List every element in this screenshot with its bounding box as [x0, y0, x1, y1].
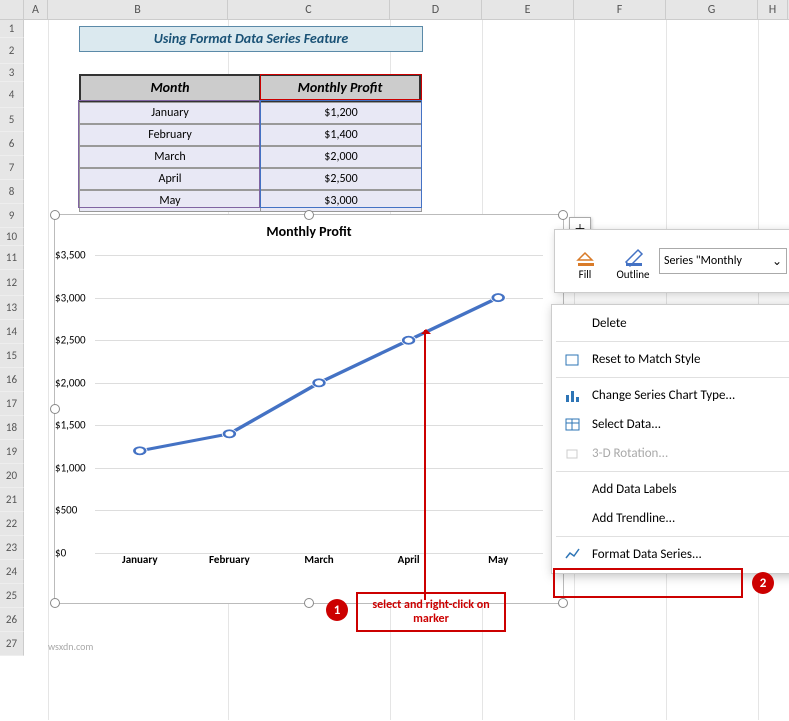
page-title: Using Format Data Series Feature — [79, 26, 423, 52]
reset-icon — [564, 351, 582, 369]
row-header[interactable]: 4 — [0, 82, 24, 108]
row-header[interactable]: 25 — [0, 584, 24, 608]
chevron-down-icon: ⌄ — [772, 254, 782, 269]
row-header[interactable]: 12 — [0, 270, 24, 296]
plot-area[interactable]: $3,500 $3,000 $2,500 $2,000 $1,500 $1,00… — [95, 255, 543, 553]
row-header[interactable]: 7 — [0, 156, 24, 180]
chart-object[interactable]: Monthly Profit $3,500 $3,000 $2,500 $2,0… — [54, 214, 564, 604]
select-data-icon — [564, 416, 582, 434]
menu-add-trendline[interactable]: Add Trendline... — [552, 504, 789, 533]
mini-toolbar: Fill Outline Series "Monthly ⌄ — [554, 229, 789, 293]
col-header-G[interactable]: G — [666, 0, 758, 19]
row-header[interactable]: 24 — [0, 560, 24, 584]
outline-label: Outline — [616, 268, 649, 281]
row-header[interactable]: 18 — [0, 416, 24, 440]
x-tick: March — [304, 553, 333, 566]
table-cell[interactable]: April — [79, 168, 261, 190]
row-header[interactable]: 11 — [0, 246, 24, 270]
col-header-C[interactable]: C — [228, 0, 390, 19]
menu-reset-match-style[interactable]: Reset to Match Style — [552, 345, 789, 374]
watermark: wsxdn.com — [48, 640, 93, 653]
menu-add-data-labels[interactable]: Add Data Labels › — [552, 475, 789, 504]
menu-change-chart-type[interactable]: Change Series Chart Type... — [552, 381, 789, 410]
row-header[interactable]: 9 — [0, 204, 24, 228]
row-header[interactable]: 17 — [0, 392, 24, 416]
context-menu: Delete Reset to Match Style Change Serie… — [551, 304, 789, 574]
column-header-row: A B C D E F G H — [0, 0, 789, 20]
table-cell[interactable]: $1,400 — [260, 124, 422, 146]
table-header-profit: Monthly Profit — [259, 74, 421, 102]
col-header-A[interactable]: A — [24, 0, 48, 19]
format-series-icon — [564, 546, 582, 564]
row-header[interactable]: 3 — [0, 64, 24, 82]
x-tick: April — [398, 553, 420, 566]
select-all-corner[interactable] — [0, 0, 24, 19]
table-cell[interactable]: $3,000 — [260, 190, 422, 212]
chart-type-icon — [564, 387, 582, 405]
row-header-col: 1 2 3 4 5 6 7 8 9 10 11 12 13 14 15 16 1… — [0, 20, 24, 720]
menu-delete[interactable]: Delete — [552, 309, 789, 338]
col-header-D[interactable]: D — [390, 0, 482, 19]
callout-arrow — [424, 330, 426, 600]
chart-title[interactable]: Monthly Profit — [55, 223, 563, 240]
cube-icon — [564, 445, 582, 463]
grid-area[interactable]: Using Format Data Series Feature Month M… — [24, 20, 789, 720]
fill-label: Fill — [579, 268, 592, 281]
table-cell[interactable]: $2,500 — [260, 168, 422, 190]
col-header-B[interactable]: B — [48, 0, 228, 19]
row-header[interactable]: 10 — [0, 228, 24, 246]
row-header[interactable]: 23 — [0, 536, 24, 560]
callout-badge-1: 1 — [326, 599, 348, 621]
data-table: Month Monthly Profit January$1,200 Febru… — [79, 74, 423, 212]
col-header-F[interactable]: F — [574, 0, 666, 19]
row-header[interactable]: 6 — [0, 132, 24, 156]
row-header[interactable]: 27 — [0, 632, 24, 656]
row-header[interactable]: 21 — [0, 488, 24, 512]
outline-icon — [620, 242, 646, 268]
row-header[interactable]: 26 — [0, 608, 24, 632]
x-tick: January — [122, 553, 157, 566]
table-cell[interactable]: February — [79, 124, 261, 146]
row-header[interactable]: 22 — [0, 512, 24, 536]
row-header[interactable]: 1 — [0, 20, 24, 38]
menu-select-data[interactable]: Select Data... — [552, 410, 789, 439]
col-header-H[interactable]: H — [758, 0, 788, 19]
table-cell[interactable]: $1,200 — [260, 102, 422, 124]
series-selector-text: Series "Monthly — [664, 254, 742, 268]
table-cell[interactable]: May — [79, 190, 261, 212]
outline-button[interactable]: Outline — [611, 242, 655, 281]
table-header-month: Month — [79, 74, 261, 102]
row-header[interactable]: 19 — [0, 440, 24, 464]
table-cell[interactable]: $2,000 — [260, 146, 422, 168]
row-header[interactable]: 2 — [0, 38, 24, 64]
row-header[interactable]: 8 — [0, 180, 24, 204]
menu-3d-rotation: 3-D Rotation... — [552, 439, 789, 468]
row-header[interactable]: 20 — [0, 464, 24, 488]
row-header[interactable]: 16 — [0, 368, 24, 392]
spreadsheet-sheet: A B C D E F G H 1 2 3 4 5 6 7 8 9 10 11 … — [0, 0, 789, 720]
callout-badge-2: 2 — [752, 572, 774, 594]
row-header[interactable]: 14 — [0, 320, 24, 344]
col-header-E[interactable]: E — [482, 0, 574, 19]
callout-text-1: select and right-click on marker — [356, 592, 506, 632]
x-tick: February — [209, 553, 250, 566]
table-cell[interactable]: March — [79, 146, 261, 168]
row-header[interactable]: 5 — [0, 108, 24, 132]
row-header[interactable]: 15 — [0, 344, 24, 368]
chart-markers[interactable] — [95, 255, 543, 553]
row-header[interactable]: 13 — [0, 296, 24, 320]
menu-format-data-series[interactable]: Format Data Series... — [552, 540, 789, 569]
fill-icon — [572, 242, 598, 268]
series-selector[interactable]: Series "Monthly ⌄ — [659, 248, 787, 274]
fill-button[interactable]: Fill — [563, 242, 607, 281]
x-tick: May — [488, 553, 508, 566]
table-cell[interactable]: January — [79, 102, 261, 124]
